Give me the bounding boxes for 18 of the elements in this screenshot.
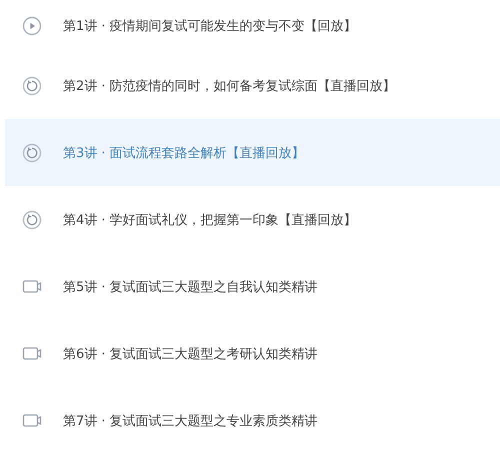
lesson-title: 第5讲 · 复试面试三大题型之自我认知类精讲 bbox=[63, 278, 318, 296]
lesson-title: 第6讲 · 复试面试三大题型之考研认知类精讲 bbox=[63, 346, 318, 362]
lesson-title: 第4讲 · 学好面试礼仪，把握第一印象【直播回放】 bbox=[63, 212, 357, 228]
lesson-item[interactable]: 第1讲 · 疫情期间复试可能发生的变与不变【回放】 bbox=[5, 0, 500, 52]
replay-icon bbox=[22, 142, 42, 162]
lesson-item[interactable]: 第6讲 · 复试面试三大题型之考研认知类精讲 bbox=[5, 320, 500, 387]
lesson-item[interactable]: 第5讲 · 复试面试三大题型之自我认知类精讲 bbox=[5, 253, 500, 320]
lesson-item[interactable]: 第4讲 · 学好面试礼仪，把握第一印象【直播回放】 bbox=[5, 186, 500, 253]
lesson-title: 第2讲 · 防范疫情的同时，如何备考复试综面【直播回放】 bbox=[63, 78, 396, 94]
lesson-title: 第1讲 · 疫情期间复试可能发生的变与不变【回放】 bbox=[63, 18, 357, 35]
lesson-item[interactable]: 第2讲 · 防范疫情的同时，如何备考复试综面【直播回放】 bbox=[5, 52, 500, 119]
lesson-title: 第3讲 · 面试流程套路全解析【直播回放】 bbox=[63, 144, 305, 162]
lesson-item[interactable]: 第3讲 · 面试流程套路全解析【直播回放】 bbox=[5, 119, 500, 186]
replay-icon bbox=[22, 76, 42, 96]
lesson-title: 第7讲 · 复试面试三大题型之专业素质类精讲 bbox=[63, 412, 318, 430]
play-icon bbox=[22, 16, 42, 36]
lesson-item[interactable]: 第7讲 · 复试面试三大题型之专业素质类精讲 bbox=[5, 387, 500, 454]
replay-icon bbox=[22, 210, 42, 230]
